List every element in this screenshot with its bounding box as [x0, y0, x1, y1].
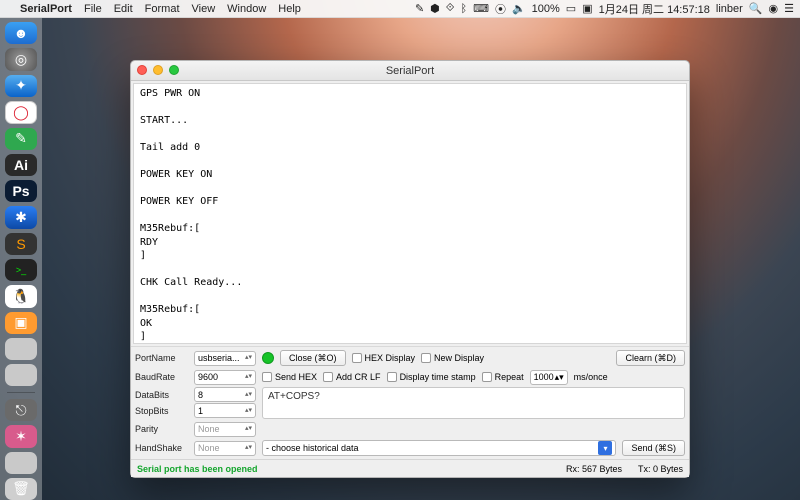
dock-chrome-icon[interactable]: ◯ [5, 101, 37, 124]
volume-icon[interactable]: 🔈 [512, 2, 526, 15]
portname-value: usbseria... [198, 353, 240, 363]
repeat-interval-input[interactable]: 1000▴▾ [530, 370, 568, 385]
baudrate-select[interactable]: 9600 ▴▾ [194, 370, 256, 385]
dock-finder-icon[interactable]: ☻ [5, 22, 37, 44]
dock-app-icon[interactable] [5, 338, 37, 360]
menu-edit[interactable]: Edit [108, 3, 139, 15]
input-source-icon[interactable]: ⌨︎ [473, 2, 489, 15]
window-titlebar[interactable]: SerialPort [131, 61, 689, 81]
chevron-updown-icon: ▴▾ [245, 427, 252, 431]
send-hex-checkbox[interactable]: Send HEX [262, 372, 317, 382]
notification-center-icon[interactable]: ☰ [784, 2, 794, 15]
spotlight-icon[interactable]: 🔍 [749, 2, 763, 15]
add-crlf-checkbox[interactable]: Add CR LF [323, 372, 381, 382]
battery-icon[interactable]: ▭ [566, 2, 576, 15]
dock-app-icon[interactable]: ✶ [5, 425, 37, 447]
send-button[interactable]: Send (⌘S) [622, 440, 685, 456]
new-display-checkbox[interactable]: New Display [421, 353, 484, 363]
dropbox-status-icon[interactable]: ⟐ [446, 2, 455, 15]
controls-panel: PortName usbseria... ▴▾ Close (⌘O) HEX Di… [131, 346, 689, 459]
battery-label[interactable]: 100% [532, 3, 560, 15]
close-port-button[interactable]: Close (⌘O) [280, 350, 346, 366]
dock-evernote-icon[interactable]: ✎ [5, 128, 37, 150]
baudrate-value: 9600 [198, 372, 218, 382]
dock-trash-icon[interactable]: 🗑 [5, 478, 37, 500]
dock-serialport-icon[interactable]: ⎋ [5, 399, 37, 421]
window-zoom-button[interactable] [169, 65, 179, 75]
timestamp-checkbox[interactable]: Display time stamp [387, 372, 476, 382]
evernote-status-icon[interactable]: ✎ [415, 2, 424, 15]
shield-status-icon[interactable]: ⬢ [430, 2, 440, 15]
window-minimize-button[interactable] [153, 65, 163, 75]
window-close-button[interactable] [137, 65, 147, 75]
baudrate-label: BaudRate [135, 372, 191, 382]
menu-window[interactable]: Window [221, 3, 272, 15]
portname-select[interactable]: usbseria... ▴▾ [194, 351, 256, 366]
dock-safari-icon[interactable]: ✦ [5, 75, 37, 97]
menu-help[interactable]: Help [272, 3, 307, 15]
menubar-status-area: ✎ ⬢ ⟐ ᛒ ⌨︎ ⦿ 🔈 100% ▭ ▣ 1月24日 周二 14:57:1… [415, 1, 800, 17]
connection-status-text: Serial port has been opened [137, 464, 258, 474]
rx-bytes-label: Rx: 567 Bytes [566, 464, 622, 474]
dock-app-icon[interactable] [5, 364, 37, 386]
menu-file[interactable]: File [78, 3, 108, 15]
flag-icon[interactable]: ▣ [582, 2, 592, 15]
menu-format[interactable]: Format [139, 3, 186, 15]
parity-select[interactable]: None▴▾ [194, 422, 256, 437]
stopbits-select[interactable]: 1▴▾ [194, 403, 256, 418]
window-traffic-lights [137, 65, 179, 75]
databits-label: DataBits [135, 390, 191, 400]
dock-separator [7, 392, 35, 393]
clear-button[interactable]: Clearn (⌘D) [616, 350, 685, 366]
dock-xcode-icon[interactable]: ✱ [5, 206, 37, 228]
portname-label: PortName [135, 353, 191, 363]
macos-dock: ☻ ◎ ✦ ◯ ✎ Ai Ps ✱ S >_ 🐧 ▣ ⎋ ✶ 🗑 [0, 18, 42, 500]
siri-icon[interactable]: ◉ [769, 2, 779, 15]
history-dropdown[interactable]: - choose historical data ▾ [262, 440, 616, 456]
send-command-input[interactable]: AT+COPS? [262, 387, 685, 419]
chevron-updown-icon: ▴▾ [245, 393, 252, 397]
stopbits-label: StopBits [135, 406, 191, 416]
wifi-icon[interactable]: ⦿ [495, 1, 506, 17]
hex-display-checkbox[interactable]: HEX Display [352, 353, 416, 363]
macos-menubar: SerialPort File Edit Format View Window … [0, 0, 800, 18]
dock-launchpad-icon[interactable]: ◎ [5, 48, 37, 70]
history-placeholder: - choose historical data [266, 443, 359, 453]
chevron-updown-icon: ▴▾ [245, 409, 252, 413]
tx-bytes-label: Tx: 0 Bytes [638, 464, 683, 474]
repeat-unit-label: ms/once [574, 372, 608, 382]
handshake-select[interactable]: None▴▾ [194, 441, 256, 456]
databits-select[interactable]: 8▴▾ [194, 387, 256, 402]
dock-sublime-icon[interactable]: S [5, 233, 37, 255]
window-title: SerialPort [386, 65, 434, 77]
handshake-label: HandShake [135, 443, 191, 453]
dock-illustrator-icon[interactable]: Ai [5, 154, 37, 176]
serial-output-log[interactable]: GPS PWR ON START... Tail add 0 POWER KEY… [133, 83, 687, 344]
app-menu[interactable]: SerialPort [14, 3, 78, 15]
window-statusbar: Serial port has been opened Rx: 567 Byte… [131, 459, 689, 477]
dock-qq-icon[interactable]: 🐧 [5, 285, 37, 307]
chevron-down-icon: ▾ [598, 441, 612, 455]
chevron-updown-icon: ▴▾ [245, 375, 252, 379]
dock-photoshop-icon[interactable]: Ps [5, 180, 37, 202]
dock-ibooks-icon[interactable]: ▣ [5, 312, 37, 334]
dock-folder-icon[interactable] [5, 452, 37, 474]
dock-terminal-icon[interactable]: >_ [5, 259, 37, 281]
parity-label: Parity [135, 424, 191, 434]
menubar-clock[interactable]: 1月24日 周二 14:57:18 [599, 1, 710, 17]
bluetooth-icon[interactable]: ᛒ [460, 3, 467, 15]
repeat-checkbox[interactable]: Repeat [482, 372, 524, 382]
menu-view[interactable]: View [186, 3, 222, 15]
serialport-window: SerialPort GPS PWR ON START... Tail add … [130, 60, 690, 478]
menubar-user[interactable]: linber [716, 3, 743, 15]
chevron-updown-icon: ▴▾ [245, 446, 252, 450]
stepper-icon: ▴▾ [555, 372, 564, 383]
chevron-updown-icon: ▴▾ [245, 356, 252, 360]
connection-status-indicator [262, 352, 274, 364]
